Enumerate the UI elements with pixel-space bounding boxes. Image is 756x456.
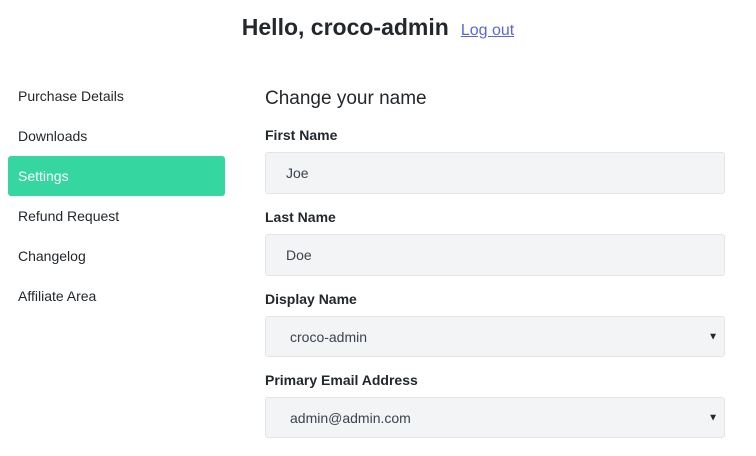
display-name-value: croco-admin — [290, 328, 368, 345]
caret-down-icon: ▼ — [708, 331, 718, 342]
first-name-label: First Name — [265, 127, 338, 143]
last-name-label: Last Name — [265, 209, 336, 225]
email-label: Primary Email Address — [265, 372, 418, 388]
settings-panel: Change your name First Name Joe Last Nam… — [265, 86, 725, 438]
logout-link[interactable]: Log out — [461, 22, 514, 40]
last-name-input[interactable]: Doe — [265, 234, 725, 276]
sidebar-item-settings[interactable]: Settings — [8, 156, 225, 196]
account-sidebar: Purchase Details Downloads Settings Refu… — [8, 76, 225, 316]
sidebar-item-refund-request[interactable]: Refund Request — [8, 196, 225, 236]
sidebar-item-changelog[interactable]: Changelog — [8, 236, 225, 276]
sidebar-item-downloads[interactable]: Downloads — [8, 116, 225, 156]
display-name-label: Display Name — [265, 291, 357, 307]
last-name-value: Doe — [286, 247, 312, 263]
sidebar-item-purchase-details[interactable]: Purchase Details — [8, 76, 225, 116]
caret-down-icon: ▼ — [708, 412, 718, 423]
first-name-input[interactable]: Joe — [265, 152, 725, 194]
account-header: Hello, croco-admin Log out — [0, 14, 756, 41]
first-name-value: Joe — [286, 165, 309, 181]
section-title: Change your name — [265, 88, 427, 109]
email-value: admin@admin.com — [290, 409, 411, 426]
display-name-select[interactable]: croco-admin ▼ — [265, 316, 725, 357]
sidebar-item-affiliate-area[interactable]: Affiliate Area — [8, 276, 225, 316]
greeting-title: Hello, croco-admin — [241, 14, 449, 40]
email-select[interactable]: admin@admin.com ▼ — [265, 397, 725, 438]
